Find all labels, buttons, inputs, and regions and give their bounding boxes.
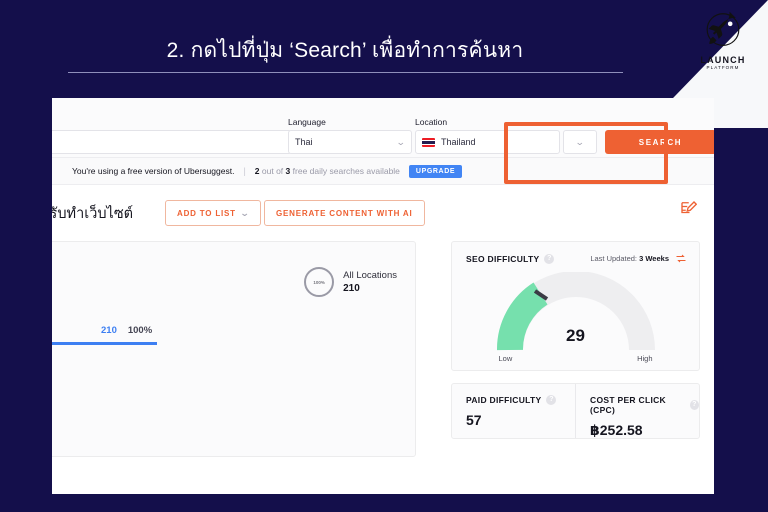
volume-bar [52, 342, 157, 345]
brand-logo: LAUNCH PLATFORM [690, 8, 756, 71]
search-volume-card: 100% All Locations 210 210 100% [52, 241, 416, 457]
question-mark-icon[interactable]: ? [546, 395, 557, 405]
language-label: Language [288, 117, 326, 127]
last-updated-label: Last Updated: 3 Weeks [590, 254, 669, 263]
question-mark-icon[interactable]: ? [544, 253, 555, 264]
volume-donut-chart: 100% [304, 267, 335, 297]
quota-used: 2 [254, 166, 260, 176]
search-toolbar: Language Location Thai ⌄ Thailand ⌄ SEAR… [52, 98, 714, 158]
keyword-title: ัทรับทำเว็บไซต์ [52, 205, 134, 222]
notice-message: You're using a free version of Ubersugge… [72, 166, 235, 176]
language-select[interactable]: Thai ⌄ [288, 130, 412, 154]
paid-difficulty-metric: PAID DIFFICULTY ? 57 [452, 384, 575, 438]
quota-text: 2 out of 3 free daily searches available [255, 166, 400, 176]
quota-total: 3 [285, 166, 291, 176]
generate-content-ai-button[interactable]: GENERATE CONTENT WITH AI [264, 200, 425, 226]
cpc-label: COST PER CLICK (CPC) [590, 395, 666, 415]
volume-legend-percent: 100% [127, 325, 153, 336]
seo-difficulty-card: SEO DIFFICULTY ? Last Updated: 3 Weeks 2… [451, 241, 700, 371]
language-select-value: Thai [295, 137, 313, 147]
location-select[interactable]: Thailand [415, 130, 560, 154]
volume-legend: 210 100% [101, 325, 152, 336]
seo-difficulty-title: SEO DIFFICULTY ? [466, 253, 555, 264]
all-locations-value: 210 [343, 283, 360, 294]
paid-difficulty-label: PAID DIFFICULTY [466, 395, 542, 405]
keyword-search-input[interactable] [52, 130, 292, 154]
flag-thailand-icon [422, 137, 435, 147]
keyword-header-row: ัทรับทำเว็บไซต์ ADD TO LIST ⌄ GENERATE C… [52, 185, 714, 241]
title-underline [68, 72, 623, 73]
last-updated: Last Updated: 3 Weeks [590, 253, 687, 264]
metrics-column: SEO DIFFICULTY ? Last Updated: 3 Weeks 2… [451, 241, 700, 439]
all-locations-badge: 100% All Locations 210 [304, 267, 397, 297]
all-locations-label: All Locations [343, 270, 397, 281]
paid-difficulty-value: 57 [466, 412, 482, 428]
secondary-metrics-card: PAID DIFFICULTY ? 57 COST PER CLICK (CPC… [451, 383, 700, 439]
logo-subtext: PLATFORM [706, 65, 740, 70]
cpc-metric: COST PER CLICK (CPC) ? ฿252.58 [575, 384, 699, 438]
location-select-value: Thailand [441, 137, 476, 147]
refresh-icon[interactable] [675, 253, 687, 264]
rocket-icon [706, 11, 740, 46]
seo-card-header: SEO DIFFICULTY ? Last Updated: 3 Weeks [452, 242, 699, 264]
quota-tail: free daily searches available [292, 166, 400, 176]
chevron-down-icon: ⌄ [239, 207, 251, 218]
gauge-high-label: High [637, 354, 653, 363]
logo-wordmark: LAUNCH [700, 55, 746, 65]
seo-difficulty-gauge: 29 Low High [496, 271, 656, 363]
add-to-list-label: ADD TO LIST [177, 208, 236, 218]
seo-difficulty-label: SEO DIFFICULTY [466, 253, 540, 264]
paid-difficulty-title: PAID DIFFICULTY ? [466, 395, 575, 405]
location-label: Location [415, 117, 448, 127]
add-to-list-button[interactable]: ADD TO LIST ⌄ [165, 200, 262, 226]
search-button[interactable]: SEARCH [605, 130, 714, 154]
last-updated-value: 3 Weeks [639, 254, 669, 263]
question-mark-icon[interactable]: ? [689, 400, 699, 410]
app-screenshot: Language Location Thai ⌄ Thailand ⌄ SEAR… [52, 98, 714, 494]
results-body: 100% All Locations 210 210 100% SEO DIFF… [52, 241, 714, 494]
location-dropdown-toggle[interactable]: ⌄ [563, 130, 597, 154]
upgrade-button[interactable]: UPGRADE [408, 164, 463, 178]
edit-note-icon[interactable] [679, 199, 697, 217]
free-version-notice: You're using a free version of Ubersugge… [52, 158, 714, 185]
notice-separator: | [243, 166, 246, 176]
gauge-low-label: Low [498, 354, 513, 363]
seo-difficulty-value: 29 [566, 326, 585, 345]
slide-canvas: LAUNCH PLATFORM 2. กดไปที่ปุ่ม ‘Search’ … [0, 0, 768, 512]
cpc-title: COST PER CLICK (CPC) ? [590, 395, 699, 415]
volume-legend-value: 210 [101, 325, 117, 336]
quota-mid: out of [261, 166, 284, 176]
slide-title: 2. กดไปที่ปุ่ม ‘Search’ เพื่อทำการค้นหา [166, 39, 524, 62]
chevron-down-icon: ⌄ [575, 136, 585, 147]
cpc-value: ฿252.58 [590, 422, 643, 438]
chevron-down-icon: ⌄ [396, 136, 407, 147]
